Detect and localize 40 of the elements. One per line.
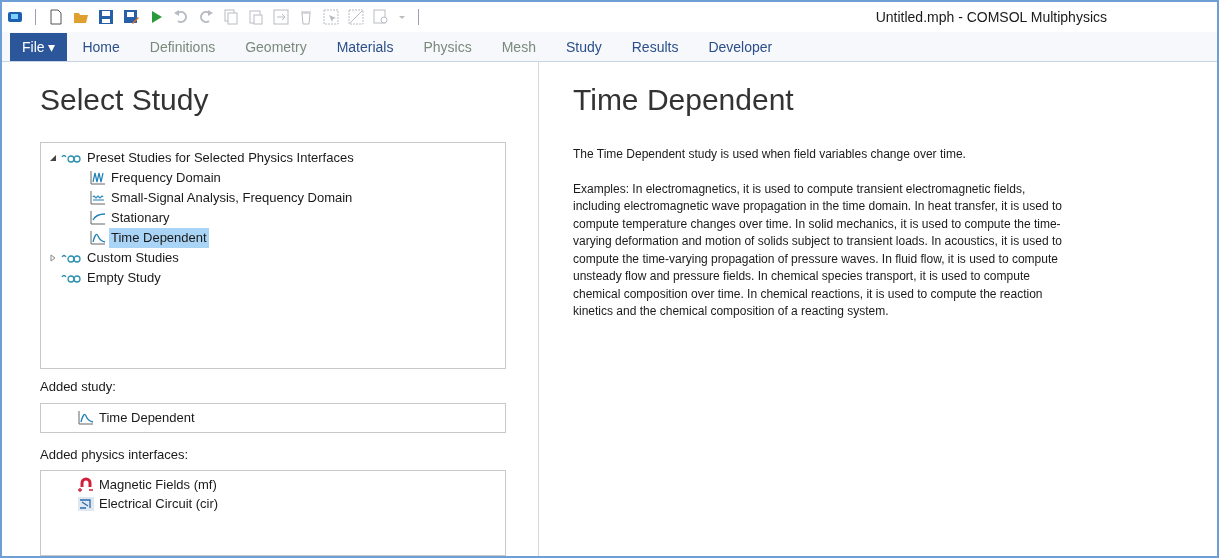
collapse-arrow-icon[interactable] — [49, 154, 57, 162]
curve-plot-icon — [89, 210, 107, 226]
list-item[interactable]: Time Dependent — [99, 407, 195, 428]
tree-item[interactable]: Stationary — [109, 208, 172, 228]
expand-arrow-icon[interactable] — [49, 254, 57, 262]
new-file-icon[interactable] — [47, 8, 65, 26]
section-label: Added physics interfaces: — [40, 445, 190, 464]
study-group-icon — [61, 252, 83, 264]
wave-plot-icon — [89, 190, 107, 206]
ribbon-tab[interactable]: Study — [550, 33, 617, 61]
panel-title: Select Study — [40, 82, 210, 118]
save-as-icon[interactable] — [122, 8, 140, 26]
frequency-plot-icon — [89, 170, 107, 186]
window-title: Untitled.mph - COMSOL Multiphysics — [875, 7, 1107, 27]
tree-item[interactable]: Frequency Domain — [109, 168, 223, 188]
description-title: Time Dependent — [573, 82, 795, 118]
section-label: Added study: — [40, 378, 117, 396]
description-text: The Time Dependent study is used when field variables change over time. — [573, 146, 967, 163]
tree-item[interactable]: Custom Studies — [85, 248, 181, 268]
tree-item[interactable]: Small-Signal Analysis, Frequency Domain — [109, 188, 355, 208]
ribbon-tab[interactable]: Developer — [693, 33, 788, 61]
ribbon-tab[interactable]: Materials — [321, 33, 409, 61]
save-icon[interactable] — [97, 8, 115, 26]
study-group-icon — [61, 272, 83, 284]
tree-item[interactable]: Empty Study — [85, 268, 163, 288]
ribbon-tab[interactable]: Results — [616, 33, 694, 61]
file-menu[interactable]: File ▾ — [10, 33, 68, 61]
list-item[interactable]: Magnetic Fields (mf) — [99, 474, 217, 495]
peak-plot-icon — [77, 409, 95, 426]
description-text: Examples: In electromagnetics, it is used to compute transient electromagnetic fields, including electromagnetic wave propagation in the time domain. In heat transfer, it is used to compute temperature changes over time. In solid mechanics, it is used to compute the time-varying deformation and motion of solids subject to transient loads. In acoustics, it is used to compute the time-varying propagation of pressure waves. In fluid flow, it is used to compute unsteady flow and pressure fields. In chemical species transport, it is used to compute chemical composition over time. In chemical reactions, it is used to compute the reaction kinetics and the chemical composition of a reacting system. — [573, 180, 1063, 320]
circuit-icon — [77, 495, 95, 512]
magnet-icon — [77, 476, 95, 493]
peak-plot-icon — [89, 230, 107, 246]
tree-item[interactable]: Preset Studies for Selected Physics Interfaces — [85, 148, 356, 168]
ribbon-tab[interactable]: Home — [67, 33, 135, 61]
list-item[interactable]: Electrical Circuit (cir) — [99, 493, 219, 514]
toolbar-separator — [418, 9, 419, 25]
tree-item[interactable]: Time Dependent — [109, 228, 209, 248]
toolbar-separator — [35, 9, 36, 25]
study-group-icon — [61, 152, 83, 164]
